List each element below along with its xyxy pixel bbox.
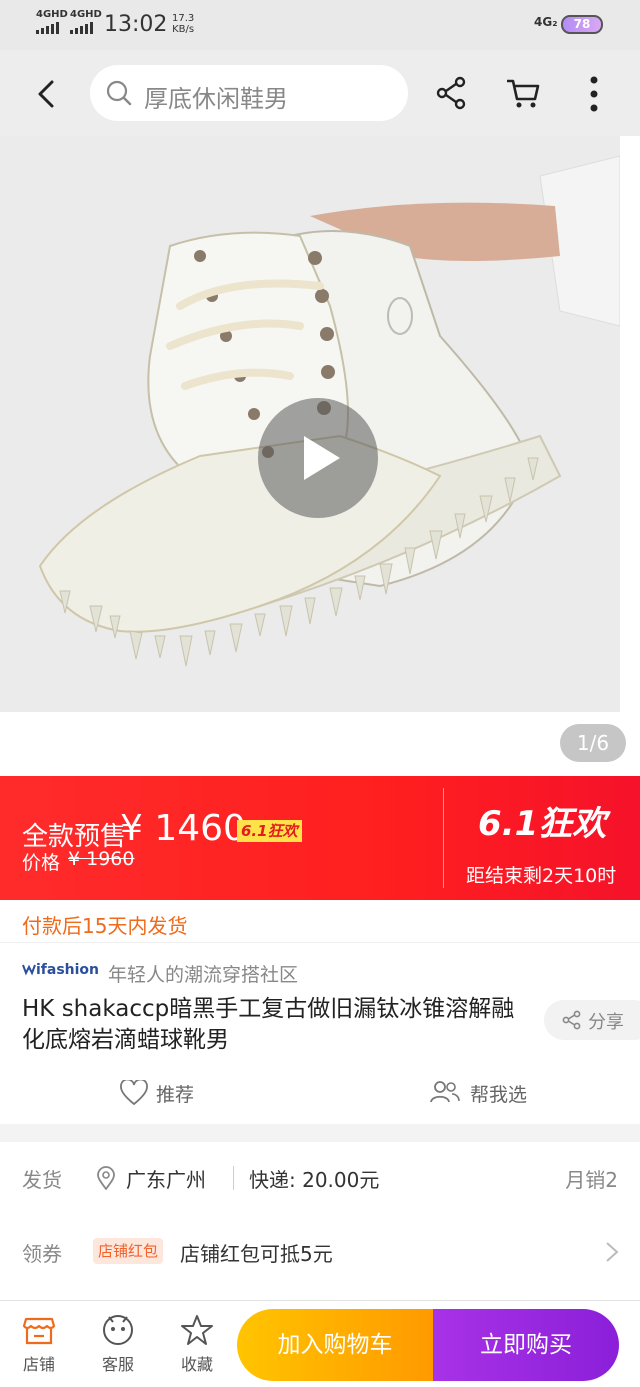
- delivery-row[interactable]: 发货 广东广州 快递: 20.00元 月销2: [0, 1142, 640, 1212]
- status-bar: 4GHD 4GHD 13:02 17.3 KB/s 4G₂ 78: [0, 0, 640, 50]
- countdown-timer: 距结束剩2天10时: [466, 865, 617, 887]
- favorite-button[interactable]: 收藏: [167, 1313, 227, 1379]
- image-counter: 1/6: [560, 724, 626, 762]
- banner-divider: [443, 788, 444, 888]
- speed-value: 17.3: [172, 13, 195, 24]
- coupon-label: 领券: [22, 1242, 62, 1266]
- brand-tagline: 年轻人的潮流穿搭社区: [108, 964, 299, 986]
- recommend-label: 推荐: [156, 1084, 195, 1106]
- add-to-cart-button[interactable]: 加入购物车: [237, 1309, 433, 1381]
- promo-title: 6.1狂欢: [478, 804, 607, 844]
- search-icon: [106, 80, 132, 106]
- price-banner: 全款预售 ¥ 1460 6.1狂欢 价格 ¥ 1960 6.1狂欢 距结束剩2天…: [0, 776, 640, 900]
- product-image[interactable]: [0, 136, 620, 712]
- network-label-3: 4G₂: [534, 15, 558, 29]
- coupon-text: 店铺红包可抵5元: [180, 1242, 333, 1266]
- shipping-note: 付款后15天内发货: [22, 914, 188, 938]
- ifashion-logo: ifashion: [22, 962, 102, 982]
- location-icon: [97, 1166, 115, 1190]
- bottom-action-bar: 店铺 客服 收藏 加入购物车 立即购买: [0, 1300, 640, 1387]
- share-button[interactable]: [436, 76, 468, 110]
- signal-icon-2: [70, 22, 93, 34]
- share-icon: [436, 76, 466, 110]
- product-media: 1/6: [0, 136, 640, 776]
- share-pill-button[interactable]: 分享: [544, 1000, 640, 1040]
- express-fee: 快递: 20.00元: [249, 1168, 380, 1192]
- more-options-button[interactable]: [580, 74, 608, 114]
- top-nav: 厚底休闲鞋男: [0, 50, 640, 136]
- back-arrow-icon: [38, 80, 54, 108]
- back-button[interactable]: [26, 74, 66, 114]
- share-label: 分享: [588, 1012, 624, 1033]
- network-label-2: 4GHD: [70, 9, 102, 20]
- store-label: 店铺: [22, 1355, 55, 1374]
- network-speed: 17.3 KB/s: [172, 13, 194, 35]
- clock: 13:02: [104, 12, 168, 37]
- signal-icon-1: [36, 22, 59, 34]
- favorite-label: 收藏: [180, 1355, 213, 1374]
- store-button[interactable]: 店铺: [9, 1313, 69, 1379]
- delivery-label: 发货: [22, 1168, 62, 1192]
- customer-service-icon: [103, 1315, 133, 1345]
- cart-button[interactable]: [505, 75, 541, 111]
- customer-service-label: 客服: [101, 1355, 134, 1374]
- customer-service-button[interactable]: 客服: [88, 1313, 148, 1379]
- original-price-label: 价格: [22, 852, 61, 874]
- chevron-right-icon: [606, 1242, 619, 1262]
- battery-level: 78: [573, 17, 591, 31]
- buy-now-button[interactable]: 立即购买: [433, 1309, 619, 1381]
- people-icon: [430, 1081, 460, 1103]
- help-me-choose-label: 帮我选: [470, 1084, 528, 1106]
- search-input[interactable]: 厚底休闲鞋男: [90, 65, 408, 121]
- speed-unit: KB/s: [172, 24, 195, 35]
- more-vertical-icon: [590, 76, 598, 112]
- search-placeholder: 厚底休闲鞋男: [144, 85, 288, 113]
- presale-price: ¥ 1460: [120, 808, 246, 849]
- original-price: ¥ 1960: [68, 848, 135, 870]
- ship-from-location: 广东广州: [126, 1168, 206, 1192]
- separator: [233, 1166, 234, 1190]
- network-label-1: 4GHD: [36, 9, 68, 20]
- cart-icon: [507, 79, 540, 108]
- brand-logo-text: ifashion: [36, 962, 100, 978]
- promo-badge: 6.1狂欢: [237, 820, 302, 842]
- section-gap: [0, 1124, 640, 1142]
- product-title: HK shakaccp暗黑手工复古做旧漏钛冰锥溶解融化底熔岩滴蜡球靴男: [22, 996, 515, 1053]
- battery-icon: 78: [561, 15, 603, 34]
- divider: [0, 942, 640, 943]
- heart-icon: [120, 1080, 148, 1106]
- ifashion-icon: [22, 964, 36, 976]
- monthly-sales: 月销2: [565, 1168, 618, 1192]
- coupon-row[interactable]: 领券 店铺红包 店铺红包可抵5元: [0, 1216, 640, 1286]
- store-icon: [22, 1317, 56, 1345]
- help-me-choose-button[interactable]: 帮我选: [428, 1078, 548, 1108]
- recommend-button[interactable]: 推荐: [118, 1078, 218, 1108]
- star-icon: [181, 1315, 213, 1345]
- play-video-button[interactable]: [258, 398, 378, 518]
- action-row: 推荐 帮我选: [0, 1074, 640, 1110]
- play-icon: [304, 436, 340, 480]
- coupon-tag: 店铺红包: [93, 1238, 164, 1264]
- share-icon: [562, 1010, 581, 1030]
